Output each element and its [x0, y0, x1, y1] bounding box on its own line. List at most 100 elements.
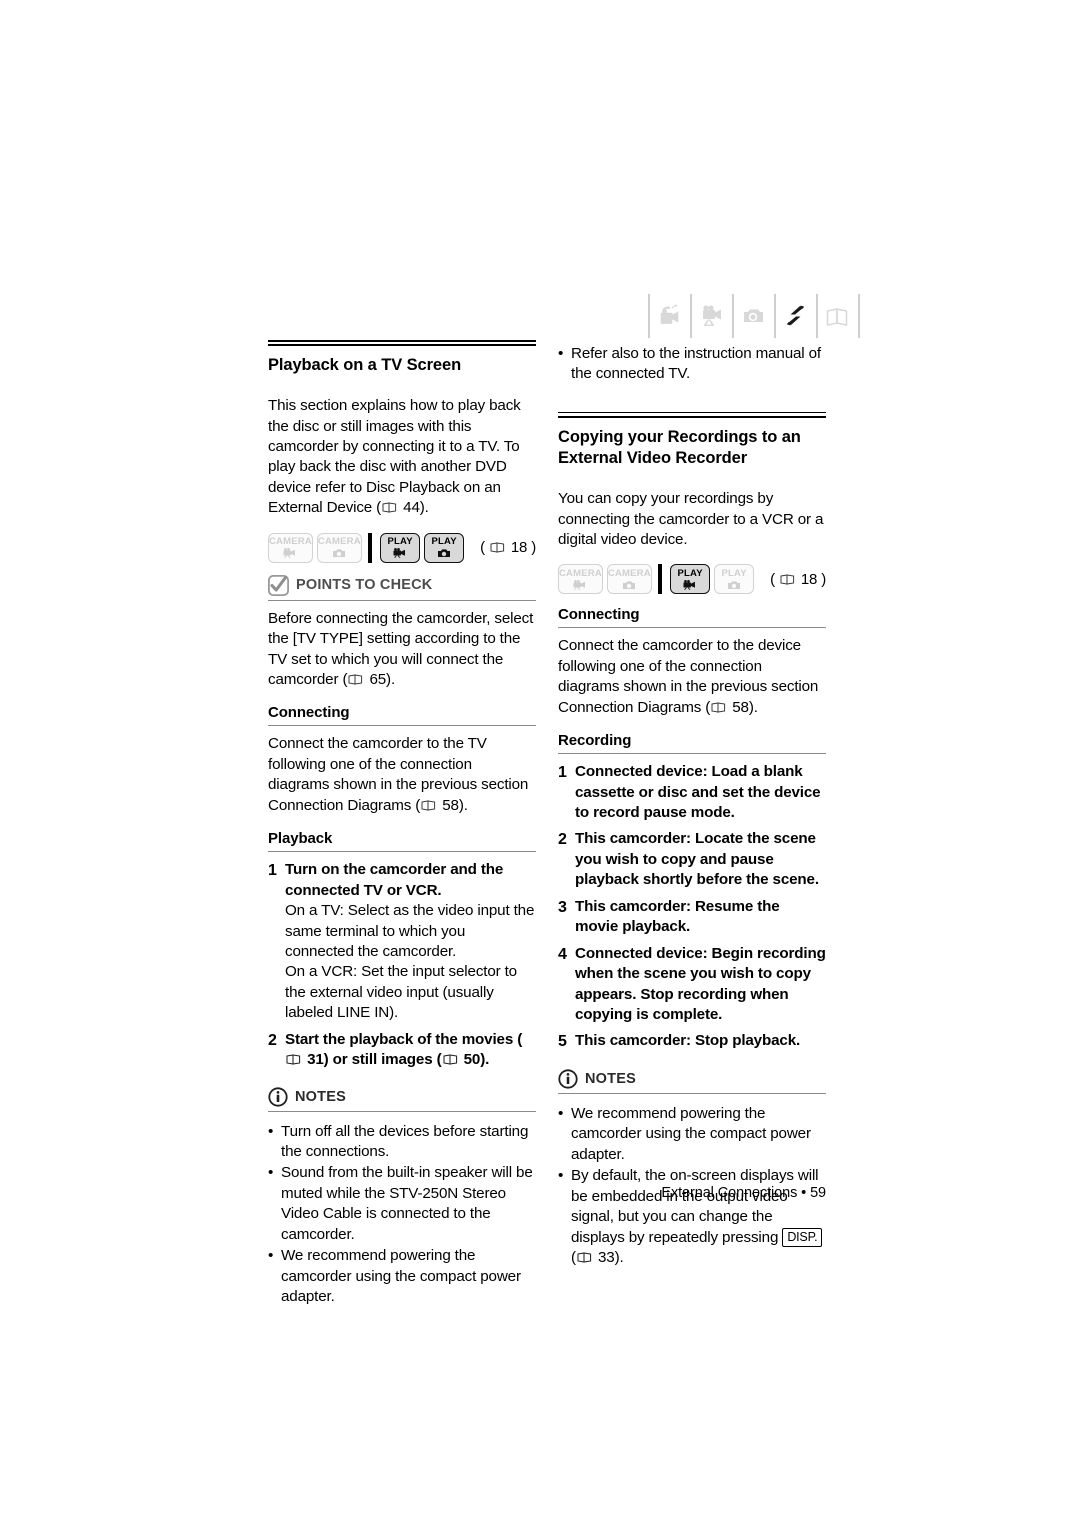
recording-step-5: 5 This camcorder: Stop playback. [558, 1031, 826, 1053]
page-ref-58: 58 [732, 698, 749, 716]
mode-badge-camera-still: CAMERA [606, 564, 652, 595]
page-ref-44: 44 [403, 499, 420, 517]
book-page-icon [382, 502, 397, 513]
bullet-dot: • [268, 1122, 274, 1140]
bullet-text-main: By default, the on-screen displays will … [571, 1167, 819, 1246]
still-camera-glyph [622, 581, 635, 589]
playback-step-1: 1 Turn on the camcorder and the connecte… [268, 860, 536, 901]
playback-step-2: 2 Start the playback of the movies ( 31)… [268, 1030, 536, 1071]
bullet-dot: • [268, 1247, 274, 1265]
section-title-right: Copying your Recordings to an External V… [558, 411, 826, 469]
strip-divider [367, 532, 373, 563]
step-text: Connected device: Load a blank cassette … [575, 763, 821, 822]
book-page-icon [711, 702, 726, 713]
notes-item-left-3: • We recommend powering the camcorder us… [268, 1246, 536, 1307]
still-camera-glyph [332, 549, 345, 557]
recording-step-2: 2 This camcorder: Locate the scene you w… [558, 829, 826, 890]
bullet-text: Refer also to the instruction manual of … [571, 345, 821, 383]
bullet-dot: • [268, 1164, 274, 1182]
notes-title: NOTES [295, 1088, 346, 1105]
step-text: This camcorder: Resume the movie playbac… [575, 897, 780, 936]
notes-header-left: NOTES [268, 1087, 536, 1112]
page-ref-18: 18 [510, 539, 528, 557]
mode-badge-camera-movie: CAMERA [268, 532, 313, 563]
page-ref-31: 31 [307, 1051, 324, 1069]
bullet-text: By default, the on-screen displays will … [571, 1166, 826, 1268]
check-icon [267, 574, 290, 596]
step-text: Connected device: Begin recording when t… [575, 944, 826, 1023]
notes-title: NOTES [585, 1070, 636, 1087]
bullet-dot: • [558, 345, 564, 362]
step-number: 3 [558, 898, 567, 916]
intro-paragraph: This section explains how to play back t… [268, 397, 521, 517]
connecting-body-left: Connect the camcorder to the TV followin… [268, 735, 529, 814]
recording-step-1: 1 Connected device: Load a blank cassett… [558, 762, 826, 823]
mode-badge-play-movie: PLAY [380, 532, 421, 563]
still-camera-glyph [437, 549, 450, 557]
book-page-icon [780, 574, 795, 585]
movie-camera-glyph [393, 548, 406, 558]
playback-step-1-sub-b: On a VCR: Set the input selector to the … [285, 963, 517, 1022]
step-number: 2 [268, 1031, 277, 1049]
right-column: • Refer also to the instruction manual o… [558, 344, 826, 1269]
step-number: 4 [558, 945, 567, 963]
connecting-heading-left: Connecting [268, 704, 536, 727]
disp-button-key[interactable]: DISP. [782, 1227, 823, 1247]
page-ref-33: 33 [598, 1248, 615, 1266]
mode-badge-play-still: PLAY [714, 564, 755, 595]
playback-step-1-sub-a: On a TV: Select as the video input the s… [285, 902, 535, 960]
step-text: This camcorder: Stop playback. [575, 1032, 801, 1050]
page-ref-18: 18 [800, 570, 818, 588]
bullet-text: We recommend powering the camcorder usin… [281, 1247, 521, 1306]
playback-heading: Playback [268, 830, 536, 853]
manual-page: Playback on a TV Screen This section exp… [0, 0, 1080, 1528]
still-camera-glyph [727, 581, 740, 589]
mode-badge-camera-still: CAMERA [316, 532, 362, 563]
strip-divider [858, 294, 860, 338]
book-page-icon [421, 800, 436, 811]
bullet-dot: • [558, 1167, 564, 1185]
book-page-icon [443, 1054, 458, 1065]
step-number: 5 [558, 1033, 567, 1051]
step-number: 1 [558, 764, 567, 782]
page-ref-58: 58 [442, 796, 459, 814]
connecting-body-right: Connect the camcorder to the device foll… [558, 637, 819, 716]
points-to-check-header: POINTS TO CHECK [267, 574, 536, 601]
step-text: Start the playback of the movies ( 31) o… [285, 1030, 523, 1069]
notes-item-right-1: • We recommend powering the camcorder us… [558, 1104, 826, 1165]
notes-item-left-2: • Sound from the built-in speaker will b… [268, 1163, 536, 1245]
page-ref-mode-strip: ( 18) [770, 570, 826, 588]
page-footer: External Connections • 59 [661, 1185, 826, 1201]
recording-heading: Recording [558, 732, 826, 755]
bullet-dot: • [558, 1104, 564, 1122]
movie-camera-glyph [683, 579, 696, 590]
bullet-text: Sound from the built-in speaker will be … [281, 1164, 533, 1243]
mode-badge-camera-movie: CAMERA [558, 564, 603, 595]
mode-badge-play-still: PLAY [424, 532, 465, 563]
top-bullet-right: • Refer also to the instruction manual o… [558, 344, 826, 385]
bullet-text: We recommend powering the camcorder usin… [571, 1104, 811, 1163]
book-page-icon [348, 674, 363, 685]
still-camera-icon [734, 294, 774, 338]
notes-header-right: NOTES [558, 1069, 826, 1094]
notes-item-right-2: • By default, the on-screen displays wil… [558, 1166, 826, 1268]
page-ref-65: 65 [369, 671, 387, 689]
page-ref-mode-strip: ( 18) [480, 539, 536, 557]
step-number: 1 [268, 862, 277, 880]
recording-step-3: 3 This camcorder: Resume the movie playb… [558, 897, 826, 938]
step-text: Turn on the camcorder and the connected … [285, 861, 504, 899]
strip-divider [657, 564, 663, 595]
book-icon [818, 294, 858, 338]
badge-label: CAMERA [317, 536, 361, 548]
intro-paragraph-right: You can copy your recordings by connecti… [558, 490, 824, 548]
connecting-heading-right: Connecting [558, 606, 826, 629]
book-page-icon [490, 542, 505, 553]
info-icon [558, 1069, 578, 1089]
movie-camera-icon [692, 294, 732, 338]
badge-label: PLAY [677, 568, 703, 580]
badge-label: CAMERA [607, 568, 651, 580]
movie-camera-glyph [573, 579, 586, 590]
badge-label: PLAY [431, 536, 457, 548]
page-title: Playback on a TV Screen [268, 339, 536, 376]
page-ref-50: 50 [463, 1051, 481, 1069]
